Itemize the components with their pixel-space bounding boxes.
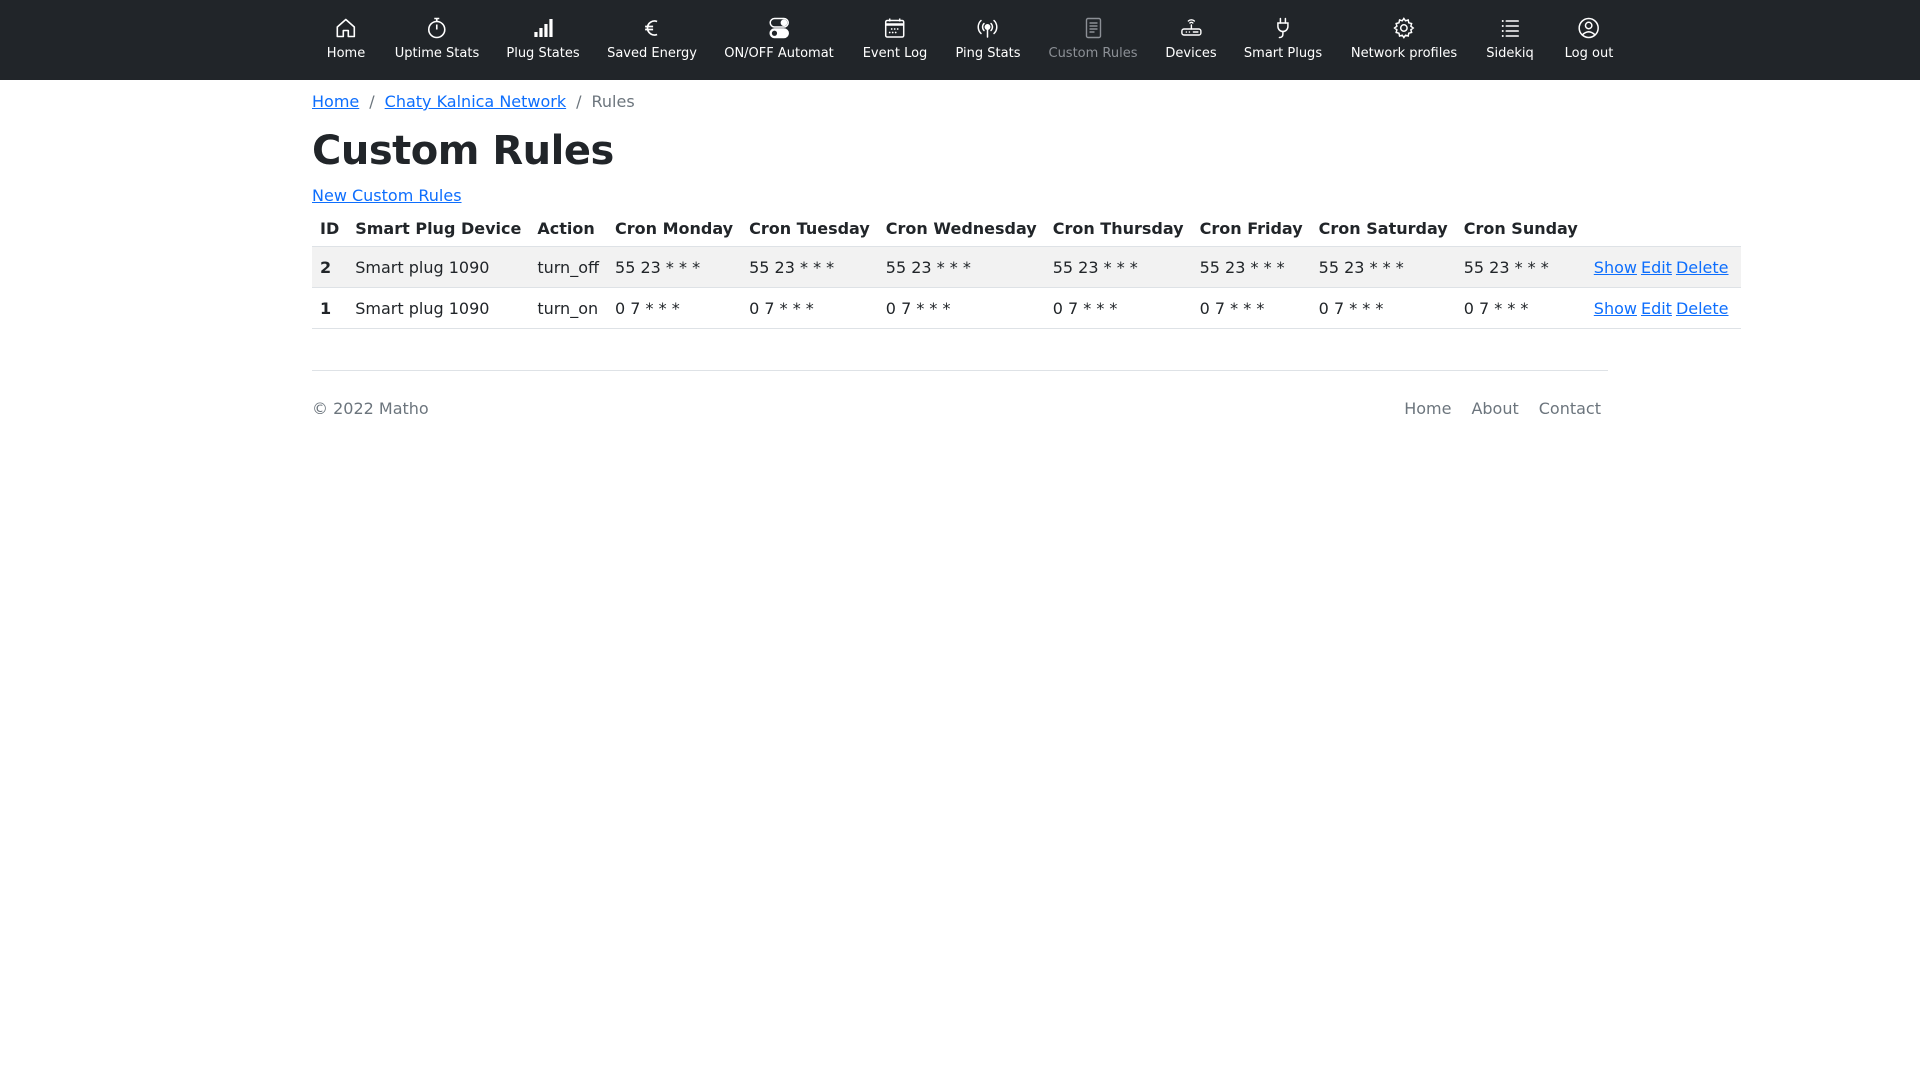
delete-link[interactable]: Delete [1676, 299, 1729, 318]
nav-item-smart-plugs[interactable]: Smart Plugs [1244, 0, 1322, 80]
cell-cron-sunday: 0 7 * * * [1455, 287, 1586, 329]
footer-link-home[interactable]: Home [1404, 398, 1451, 420]
top-navbar: Home Uptime Stats Plug States Saved Ener… [0, 0, 1920, 80]
nav-item-devices[interactable]: Devices [1165, 0, 1217, 80]
file-text-icon [1081, 15, 1105, 41]
header-device: Smart Plug Device [355, 218, 522, 238]
cell-cron-thursday: 55 23 * * * [1044, 246, 1192, 288]
plug-icon [1271, 15, 1295, 41]
nav-label-plug-states: Plug States [506, 46, 580, 61]
header-action: Action [537, 218, 595, 238]
nav-item-saved-energy[interactable]: Saved Energy [607, 0, 697, 80]
breadcrumb-separator: / [576, 92, 582, 111]
new-rule-link-wrap: New Custom Rules [312, 184, 1608, 208]
home-icon [334, 15, 358, 41]
header-actions [1586, 210, 1741, 247]
header-cron-monday: Cron Monday [615, 218, 734, 238]
nav-item-network-profiles[interactable]: Network profiles [1351, 0, 1457, 80]
nav-item-uptime-stats[interactable]: Uptime Stats [395, 0, 479, 80]
calendar-icon [883, 15, 907, 41]
edit-link[interactable]: Edit [1641, 299, 1672, 318]
delete-link[interactable]: Delete [1676, 258, 1729, 277]
header-cron-thursday: Cron Thursday [1052, 218, 1184, 238]
nav-item-custom-rules[interactable]: Custom Rules [1048, 0, 1138, 80]
cell-action: turn_off [529, 246, 608, 288]
nav-label-uptime-stats: Uptime Stats [394, 46, 480, 61]
new-custom-rules-link[interactable]: New Custom Rules [312, 186, 462, 205]
cell-actions: Show Edit Delete [1585, 287, 1741, 329]
nav-item-on-off-automat[interactable]: ON/OFF Automat [724, 0, 834, 80]
cell-device: Smart plug 1090 [347, 246, 530, 288]
stopwatch-icon [425, 15, 449, 41]
cell-action: turn_on [529, 287, 608, 329]
signal-bars-icon [531, 15, 555, 41]
nav-label-smart-plugs: Smart Plugs [1243, 46, 1323, 61]
nav-item-sidekiq[interactable]: Sidekiq [1486, 0, 1534, 80]
nav-item-ping-stats[interactable]: Ping Stats [955, 0, 1021, 80]
cell-cron-tuesday: 55 23 * * * [741, 246, 878, 288]
cell-cron-saturday: 0 7 * * * [1310, 287, 1456, 329]
cell-cron-saturday: 55 23 * * * [1310, 246, 1456, 288]
table-header-row: ID Smart Plug Device Action Cron Monday … [312, 210, 1741, 247]
header-id: ID [320, 218, 340, 238]
router-icon [1179, 15, 1203, 41]
header-cron-sunday: Cron Sunday [1463, 218, 1578, 238]
table-row: 1 Smart plug 1090 turn_on 0 7 * * * 0 7 … [312, 287, 1741, 329]
cell-cron-tuesday: 0 7 * * * [741, 287, 878, 329]
nav-item-log-out[interactable]: Log out [1564, 0, 1614, 80]
custom-rules-table: ID Smart Plug Device Action Cron Monday … [312, 210, 1741, 329]
nav-label-devices: Devices [1165, 46, 1217, 61]
breadcrumb-network-link[interactable]: Chaty Kalnica Network [385, 90, 566, 114]
nav-item-plug-states[interactable]: Plug States [506, 0, 580, 80]
list-icon [1498, 15, 1522, 41]
broadcast-icon [976, 15, 1000, 41]
footer-copyright: © 2022 Matho [312, 399, 429, 418]
cell-cron-sunday: 55 23 * * * [1455, 246, 1586, 288]
breadcrumb: Home / Chaty Kalnica Network / Rules [312, 90, 1608, 114]
cell-cron-thursday: 0 7 * * * [1044, 287, 1192, 329]
footer-link-about[interactable]: About [1471, 398, 1518, 420]
nav-label-event-log: Event Log [862, 46, 928, 61]
nav-label-sidekiq: Sidekiq [1486, 46, 1534, 61]
edit-link[interactable]: Edit [1641, 258, 1672, 277]
breadcrumb-separator: / [369, 92, 375, 111]
cell-device: Smart plug 1090 [347, 287, 530, 329]
cell-cron-friday: 0 7 * * * [1191, 287, 1311, 329]
nav-label-custom-rules: Custom Rules [1048, 46, 1138, 61]
page-title: Custom Rules [312, 128, 614, 174]
footer-links: Home About Contact [1404, 398, 1601, 420]
breadcrumb-current: Rules [591, 92, 635, 111]
nav-item-home[interactable]: Home [327, 0, 365, 80]
euro-icon [640, 15, 664, 41]
nav-label-log-out: Log out [1564, 46, 1614, 61]
cell-cron-wednesday: 0 7 * * * [877, 287, 1045, 329]
header-cron-wednesday: Cron Wednesday [885, 218, 1037, 238]
nav-label-on-off-automat: ON/OFF Automat [724, 46, 834, 61]
cell-cron-monday: 55 23 * * * [607, 246, 742, 288]
nav-label-home: Home [326, 46, 366, 61]
toggles-icon [767, 15, 791, 41]
header-cron-tuesday: Cron Tuesday [749, 218, 870, 238]
footer-divider [312, 370, 1608, 371]
show-link[interactable]: Show [1594, 299, 1637, 318]
nav-label-saved-energy: Saved Energy [607, 46, 697, 61]
table-row: 2 Smart plug 1090 turn_off 55 23 * * * 5… [312, 246, 1741, 288]
footer-link-contact[interactable]: Contact [1539, 398, 1601, 420]
header-cron-friday: Cron Friday [1199, 218, 1303, 238]
cell-id: 1 [312, 287, 348, 329]
nav-item-event-log[interactable]: Event Log [862, 0, 928, 80]
nav-label-network-profiles: Network profiles [1350, 46, 1458, 61]
cell-id: 2 [312, 246, 348, 288]
cell-actions: Show Edit Delete [1585, 246, 1741, 288]
cell-cron-friday: 55 23 * * * [1191, 246, 1311, 288]
nav-label-ping-stats: Ping Stats [955, 46, 1021, 61]
header-cron-saturday: Cron Saturday [1318, 218, 1448, 238]
show-link[interactable]: Show [1594, 258, 1637, 277]
nav-items: Home Uptime Stats Plug States Saved Ener… [0, 0, 1920, 80]
breadcrumb-home-link[interactable]: Home [312, 90, 359, 114]
person-circle-icon [1577, 15, 1601, 41]
cell-cron-wednesday: 55 23 * * * [877, 246, 1045, 288]
cell-cron-monday: 0 7 * * * [607, 287, 742, 329]
gear-icon [1392, 15, 1416, 41]
